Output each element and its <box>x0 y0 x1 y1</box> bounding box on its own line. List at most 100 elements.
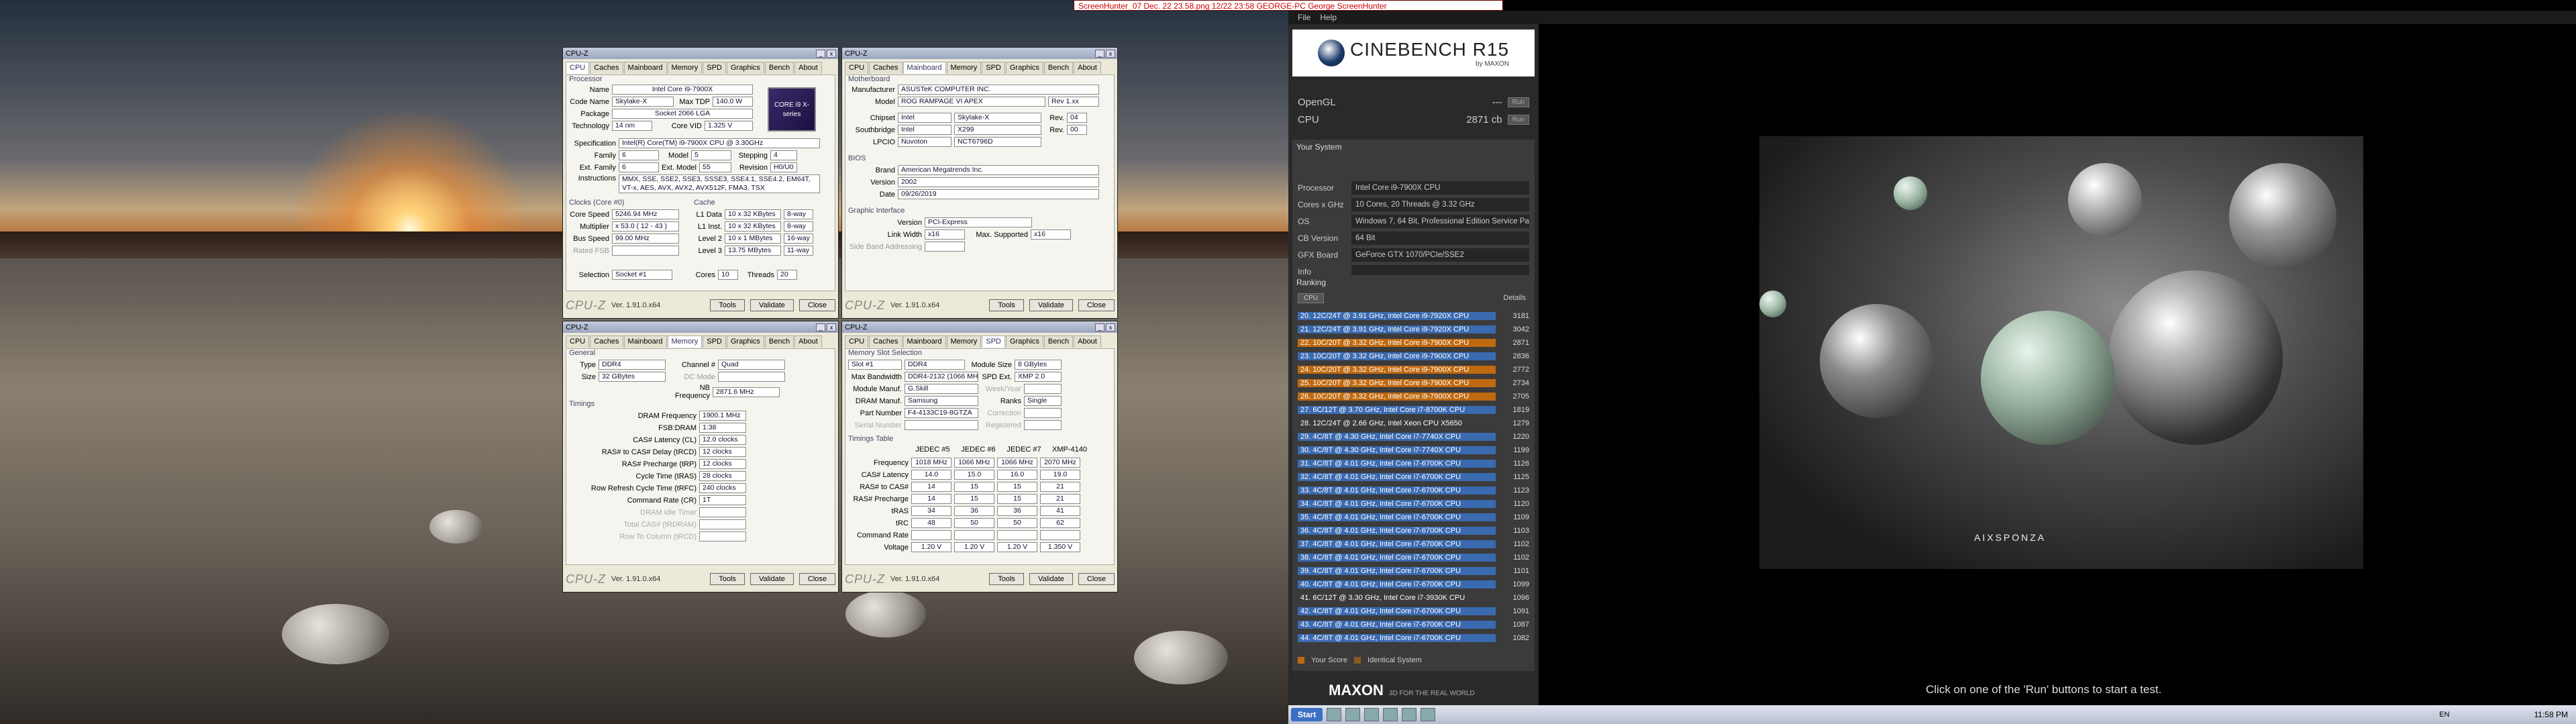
ranking-row[interactable]: 32. 4C/8T @ 4.01 GHz, Intel Core i7-6700… <box>1298 471 1533 483</box>
ranking-row[interactable]: 20. 12C/24T @ 3.91 GHz, Intel Core i9-79… <box>1298 310 1533 322</box>
tab-caches[interactable]: Caches <box>869 335 903 348</box>
tab-mainboard[interactable]: Mainboard <box>623 62 667 74</box>
tools-button[interactable]: Tools <box>710 299 745 311</box>
tab-graphics[interactable]: Graphics <box>726 335 764 348</box>
tab-bench[interactable]: Bench <box>764 335 794 348</box>
tab-bench[interactable]: Bench <box>1043 62 1074 74</box>
ranking-row[interactable]: 30. 4C/8T @ 4.30 GHz, Intel Core i7-7740… <box>1298 444 1533 456</box>
ranking-row[interactable]: 23. 10C/20T @ 3.32 GHz, Intel Core i9-79… <box>1298 350 1533 362</box>
tab-cpu[interactable]: CPU <box>845 62 869 74</box>
validate-button[interactable]: Validate <box>750 573 794 585</box>
ranking-row[interactable]: 36. 4C/8T @ 4.01 GHz, Intel Core i7-6700… <box>1298 525 1533 537</box>
tab-about[interactable]: About <box>1074 62 1101 74</box>
tab-mainboard[interactable]: Mainboard <box>903 335 946 348</box>
ranking-row[interactable]: 27. 6C/12T @ 3.70 GHz, Intel Core i7-870… <box>1298 404 1533 416</box>
minimize-button[interactable]: _ <box>1095 49 1104 58</box>
minimize-button[interactable]: _ <box>1095 323 1104 331</box>
tab-about[interactable]: About <box>794 62 822 74</box>
ranking-row[interactable]: 37. 4C/8T @ 4.01 GHz, Intel Core i7-6700… <box>1298 538 1533 550</box>
tab-caches[interactable]: Caches <box>590 335 623 348</box>
tab-spd[interactable]: SPD <box>982 335 1005 348</box>
tab-memory[interactable]: Memory <box>667 62 703 74</box>
cpuz-memory-window[interactable]: CPU-Z _ x CPU Caches Mainboard Memory SPD… <box>562 321 839 592</box>
close-button[interactable]: x <box>827 49 836 58</box>
ranking-filter-dropdown[interactable]: CPU <box>1298 293 1325 303</box>
tab-memory[interactable]: Memory <box>946 62 982 74</box>
taskbar-icon[interactable] <box>1345 708 1361 721</box>
close-button[interactable]: x <box>1106 49 1115 58</box>
titlebar[interactable]: CPU-Z _ x <box>563 321 838 333</box>
details-button[interactable]: Details <box>1503 294 1526 302</box>
tab-cpu[interactable]: CPU <box>845 335 869 348</box>
ranking-row[interactable]: 26. 10C/20T @ 3.32 GHz, Intel Core i9-79… <box>1298 391 1533 403</box>
tools-button[interactable]: Tools <box>989 299 1024 311</box>
close-button[interactable]: Close <box>798 573 835 585</box>
taskbar-icon[interactable] <box>1402 708 1417 721</box>
ranking-row[interactable]: 29. 4C/8T @ 4.30 GHz, Intel Core i7-7740… <box>1298 431 1533 443</box>
validate-button[interactable]: Validate <box>750 299 794 311</box>
ranking-row[interactable]: 33. 4C/8T @ 4.01 GHz, Intel Core i7-6700… <box>1298 484 1533 497</box>
tab-caches[interactable]: Caches <box>590 62 623 74</box>
socket-select[interactable]: Socket #1 <box>612 270 672 280</box>
close-button[interactable]: Close <box>798 299 835 311</box>
tab-spd[interactable]: SPD <box>982 62 1005 74</box>
tab-bench[interactable]: Bench <box>764 62 794 74</box>
ranking-row[interactable]: 35. 4C/8T @ 4.01 GHz, Intel Core i7-6700… <box>1298 511 1533 523</box>
cpuz-mainboard-window[interactable]: CPU-Z _ x CPU Caches Mainboard Memory SPD… <box>841 47 1118 319</box>
cpuz-cpu-window[interactable]: CPU-Z _ x CPU Caches Mainboard Memory SPD… <box>562 47 839 319</box>
tab-graphics[interactable]: Graphics <box>1005 62 1043 74</box>
titlebar[interactable]: CPU-Z _ x <box>563 48 838 59</box>
tab-spd[interactable]: SPD <box>703 335 726 348</box>
ranking-row[interactable]: 39. 4C/8T @ 4.01 GHz, Intel Core i7-6700… <box>1298 565 1533 577</box>
tab-about[interactable]: About <box>1074 335 1101 348</box>
tab-mainboard[interactable]: Mainboard <box>903 62 946 74</box>
tab-graphics[interactable]: Graphics <box>1005 335 1043 348</box>
close-button[interactable]: x <box>1106 323 1115 331</box>
minimize-button[interactable]: _ <box>816 49 825 58</box>
menu-file[interactable]: File <box>1298 13 1310 22</box>
ranking-row[interactable]: 42. 4C/8T @ 4.01 GHz, Intel Core i7-6700… <box>1298 605 1533 617</box>
ranking-row[interactable]: 38. 4C/8T @ 4.01 GHz, Intel Core i7-6700… <box>1298 552 1533 564</box>
ranking-row[interactable]: 22. 10C/20T @ 3.32 GHz, Intel Core i9-79… <box>1298 337 1533 349</box>
tab-about[interactable]: About <box>794 335 822 348</box>
tab-mainboard[interactable]: Mainboard <box>623 335 667 348</box>
run-cpu-button[interactable]: Run <box>1507 114 1529 125</box>
validate-button[interactable]: Validate <box>1029 299 1073 311</box>
close-button[interactable]: x <box>827 323 836 331</box>
close-button[interactable]: Close <box>1078 299 1115 311</box>
start-button[interactable]: Start <box>1291 708 1323 721</box>
tab-memory[interactable]: Memory <box>667 335 703 348</box>
tab-caches[interactable]: Caches <box>869 62 903 74</box>
ranking-row[interactable]: 41. 6C/12T @ 3.30 GHz, Intel Core i7-393… <box>1298 592 1533 604</box>
taskbar-icon[interactable] <box>1421 708 1436 721</box>
tab-cpu[interactable]: CPU <box>566 62 590 74</box>
ranking-row[interactable]: 28. 12C/24T @ 2.66 GHz, Intel Xeon CPU X… <box>1298 417 1533 429</box>
run-opengl-button[interactable]: Run <box>1507 97 1529 107</box>
taskbar-icon[interactable] <box>1383 708 1398 721</box>
ranking-row[interactable]: 43. 4C/8T @ 4.01 GHz, Intel Core i7-6700… <box>1298 619 1533 631</box>
titlebar[interactable]: CPU-Z _ x <box>842 48 1117 59</box>
tab-cpu[interactable]: CPU <box>566 335 590 348</box>
ranking-row[interactable]: 21. 12C/24T @ 3.91 GHz, Intel Core i9-79… <box>1298 323 1533 335</box>
validate-button[interactable]: Validate <box>1029 573 1073 585</box>
ranking-row[interactable]: 25. 10C/20T @ 3.32 GHz, Intel Core i9-79… <box>1298 377 1533 389</box>
taskbar-icon[interactable] <box>1364 708 1380 721</box>
close-button[interactable]: Close <box>1078 573 1115 585</box>
tools-button[interactable]: Tools <box>989 573 1024 585</box>
language-indicator[interactable]: EN <box>2439 711 2449 719</box>
titlebar[interactable]: CPU-Z _ x <box>842 321 1117 333</box>
ranking-row[interactable]: 40. 4C/8T @ 4.01 GHz, Intel Core i7-6700… <box>1298 578 1533 590</box>
minimize-button[interactable]: _ <box>816 323 825 331</box>
cpuz-spd-window[interactable]: CPU-Z _ x CPU Caches Mainboard Memory SPD… <box>841 321 1118 592</box>
clock[interactable]: 11:58 PM <box>2534 710 2568 719</box>
tab-memory[interactable]: Memory <box>946 335 982 348</box>
menu-help[interactable]: Help <box>1320 13 1337 22</box>
tools-button[interactable]: Tools <box>710 573 745 585</box>
tab-bench[interactable]: Bench <box>1043 335 1074 348</box>
ranking-row[interactable]: 44. 4C/8T @ 4.01 GHz, Intel Core i7-6700… <box>1298 632 1533 644</box>
ranking-row[interactable]: 34. 4C/8T @ 4.01 GHz, Intel Core i7-6700… <box>1298 498 1533 510</box>
tab-graphics[interactable]: Graphics <box>726 62 764 74</box>
tab-spd[interactable]: SPD <box>703 62 726 74</box>
taskbar-icon[interactable] <box>1327 708 1342 721</box>
ranking-row[interactable]: 24. 10C/20T @ 3.32 GHz, Intel Core i9-79… <box>1298 364 1533 376</box>
